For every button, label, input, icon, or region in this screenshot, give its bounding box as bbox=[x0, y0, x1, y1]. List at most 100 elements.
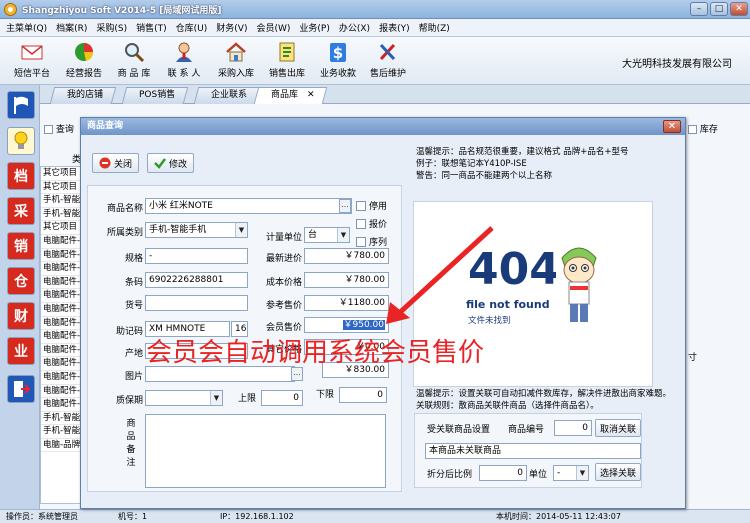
status-ip: IP：192.168.1.102 bbox=[220, 512, 294, 521]
ratio-label: 折分后比例 bbox=[427, 470, 473, 480]
menu-business[interactable]: 业务(P) bbox=[299, 21, 329, 34]
tab-my-store[interactable]: 我的店铺 bbox=[49, 87, 117, 104]
reference-price[interactable]: ￥1180.00 bbox=[304, 295, 389, 311]
toolbar-label: 销售出库 bbox=[268, 69, 305, 79]
ratio-input[interactable]: 0 bbox=[479, 465, 527, 481]
member-price[interactable]: ￥950.00 bbox=[304, 317, 389, 333]
image-label: 图片 bbox=[124, 372, 143, 382]
exit-icon[interactable] bbox=[7, 375, 35, 403]
warranty-select[interactable]: ▼ bbox=[145, 390, 223, 406]
image-browse-button[interactable]: … bbox=[291, 367, 303, 381]
lower-limit-input[interactable]: 0 bbox=[339, 387, 387, 403]
category-select[interactable]: 手机-智能手机 ▼ bbox=[145, 222, 248, 238]
minimize-button[interactable]: – bbox=[690, 2, 708, 16]
status-machine: 机号：1 bbox=[118, 512, 148, 521]
tab-pos-sales[interactable]: POS销售 bbox=[121, 87, 189, 104]
menu-reports[interactable]: 报表(Y) bbox=[379, 21, 410, 34]
select-link-button[interactable]: 选择关联 bbox=[595, 463, 641, 481]
stop-icon bbox=[99, 157, 111, 169]
itemno-label: 货号 bbox=[124, 301, 143, 311]
menu-main[interactable]: 主菜单(Q) bbox=[6, 21, 47, 34]
menu-help[interactable]: 帮助(Z) bbox=[419, 21, 450, 34]
bulb-icon[interactable] bbox=[7, 127, 35, 155]
after-sales-button[interactable]: 售后维护 bbox=[362, 39, 414, 83]
maximize-button[interactable]: □ bbox=[710, 2, 728, 16]
dialog-title: 商品查询 bbox=[81, 118, 685, 135]
link-setup-label: 受关联商品设置 bbox=[427, 425, 491, 435]
toolbar-label: 经营报告 bbox=[65, 69, 102, 79]
name-lookup-button[interactable]: … bbox=[339, 199, 351, 213]
sidebar-finance[interactable]: 财 bbox=[7, 302, 35, 330]
latest-in-price[interactable]: ￥780.00 bbox=[304, 248, 389, 264]
spec-input[interactable]: - bbox=[145, 248, 248, 264]
mnemonic-label: 助记码 bbox=[115, 327, 143, 337]
tab-bar: 我的店铺 POS销售 企业联系 商品库 ✕ bbox=[40, 86, 750, 104]
sidebar-business[interactable]: 业 bbox=[7, 337, 35, 365]
window-close-button[interactable]: ✕ bbox=[730, 2, 748, 16]
barcode-label: 条码 bbox=[124, 278, 143, 288]
menu-purchase[interactable]: 采购(S) bbox=[96, 21, 127, 34]
remark-label: 商 品 备 注 bbox=[126, 419, 136, 468]
menu-member[interactable]: 会员(W) bbox=[256, 21, 290, 34]
upper-limit-label: 上限 bbox=[237, 394, 256, 404]
cost-label: 成本价格 bbox=[265, 278, 302, 288]
name-label: 商品名称 bbox=[106, 204, 143, 214]
menu-office[interactable]: 办公(X) bbox=[339, 21, 370, 34]
product-name-input[interactable]: 小米 红米NOTE bbox=[145, 198, 352, 214]
checkmark-icon bbox=[154, 158, 166, 169]
upper-limit-input[interactable]: 0 bbox=[261, 390, 303, 406]
close-button[interactable]: 关闭 bbox=[92, 153, 140, 173]
product-library-button[interactable]: 商 品 库 bbox=[108, 39, 160, 83]
annotation-arrow bbox=[386, 226, 494, 324]
filter-checkbox[interactable]: 查询 bbox=[44, 122, 74, 135]
product-code-input[interactable]: 0 bbox=[554, 420, 592, 436]
remark-textarea[interactable] bbox=[145, 414, 386, 488]
chevron-down-icon: ▼ bbox=[576, 466, 588, 480]
menu-archive[interactable]: 档案(R) bbox=[56, 21, 87, 34]
pie-chart-icon bbox=[71, 40, 97, 64]
stock-checkbox[interactable]: 库存 bbox=[688, 122, 718, 135]
contacts-button[interactable]: 联 系 人 bbox=[158, 39, 210, 83]
edit-button[interactable]: 修改 bbox=[147, 153, 195, 173]
purchase-stockin-button[interactable]: 采购入库 bbox=[210, 39, 262, 83]
flag-icon[interactable] bbox=[7, 91, 35, 119]
sidebar-warehouse[interactable]: 仓 bbox=[7, 267, 35, 295]
chevron-down-icon: ▼ bbox=[235, 223, 247, 237]
dialog-close-icon[interactable]: ✕ bbox=[663, 120, 681, 133]
svg-text:$: $ bbox=[333, 44, 343, 62]
discontinued-checkbox[interactable]: 停用 bbox=[356, 199, 387, 212]
cost-price[interactable]: ￥780.00 bbox=[304, 272, 389, 288]
sales-stockout-button[interactable]: 销售出库 bbox=[261, 39, 313, 83]
sidebar-sales[interactable]: 销 bbox=[7, 232, 35, 260]
menu-finance[interactable]: 财务(V) bbox=[216, 21, 247, 34]
origin-label: 产地 bbox=[124, 349, 143, 359]
menu-sales[interactable]: 销售(T) bbox=[136, 21, 167, 34]
link-unit-select[interactable]: - ▼ bbox=[553, 465, 589, 481]
barcode-input[interactable]: 6902226288801 bbox=[145, 272, 248, 288]
link-unit-label: 单位 bbox=[529, 470, 548, 480]
unit-select[interactable]: 台 ▼ bbox=[304, 227, 350, 243]
sms-platform-button[interactable]: 短信平台 bbox=[6, 39, 58, 83]
product-code-label: 商品编号 bbox=[508, 425, 545, 435]
magnifier-icon bbox=[121, 40, 147, 64]
cancel-link-button[interactable]: 取消关联 bbox=[595, 419, 641, 437]
chevron-down-icon: ▼ bbox=[337, 228, 349, 242]
menu-warehouse[interactable]: 仓库(U) bbox=[176, 21, 208, 34]
toolbar-label: 业务收款 bbox=[319, 69, 356, 79]
contact-person-icon bbox=[171, 40, 197, 64]
business-report-button[interactable]: 经营报告 bbox=[58, 39, 110, 83]
tab-product-library[interactable]: 商品库 ✕ bbox=[253, 87, 328, 104]
sidebar-archive[interactable]: 档 bbox=[7, 162, 35, 190]
tab-enterprise-contact[interactable]: 企业联系 bbox=[193, 87, 261, 104]
window-title: Shangzhiyou Soft V2014-5 [局域网试用版] bbox=[22, 6, 222, 16]
latest-in-label: 最新进价 bbox=[265, 254, 302, 264]
envelope-icon bbox=[19, 40, 45, 64]
itemno-input[interactable] bbox=[145, 295, 248, 311]
receipts-button[interactable]: $ 业务收款 bbox=[312, 39, 364, 83]
status-time: 本机时间：2014-05-11 12:43:07 bbox=[496, 512, 621, 521]
spec-label: 规格 bbox=[124, 254, 143, 264]
tab-close-icon[interactable]: ✕ bbox=[307, 88, 315, 103]
toolbar-label: 短信平台 bbox=[13, 69, 50, 79]
unit-label: 计量单位 bbox=[265, 233, 302, 243]
sidebar-purchase[interactable]: 采 bbox=[7, 197, 35, 225]
